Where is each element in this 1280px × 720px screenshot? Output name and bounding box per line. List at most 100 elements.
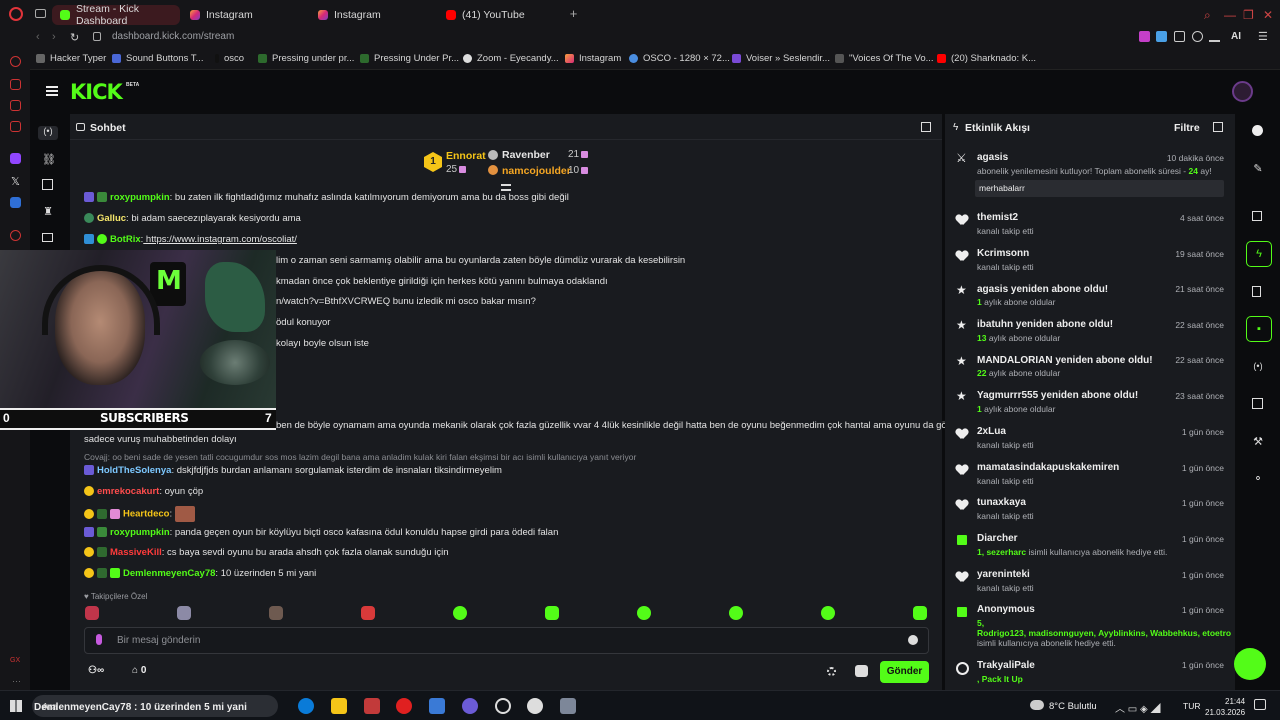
bookmark-item[interactable]: Instagram xyxy=(565,53,621,64)
download-icon[interactable] xyxy=(1209,31,1220,42)
emote-button[interactable] xyxy=(637,606,651,620)
opera-menu-icon[interactable] xyxy=(9,7,23,21)
leaderboard-name[interactable]: namcojoulder xyxy=(502,165,571,177)
event-name[interactable]: Diarcher xyxy=(977,533,1018,544)
pencil-icon[interactable]: ✎ xyxy=(1252,162,1264,175)
emote-button[interactable] xyxy=(269,606,283,620)
event-name[interactable]: Anonymous xyxy=(977,604,1035,615)
discord-icon[interactable] xyxy=(462,698,478,714)
extension-icon[interactable] xyxy=(1156,31,1167,42)
event-name[interactable]: agasis xyxy=(977,152,1008,163)
messenger-icon[interactable] xyxy=(10,79,21,90)
emoji-icon[interactable] xyxy=(908,635,918,645)
bookmark-item[interactable]: (20) Sharknado: K... xyxy=(937,53,1036,64)
stream-broadcast-icon[interactable]: (•) xyxy=(38,126,58,140)
notification-icon[interactable] xyxy=(1254,699,1266,710)
activity-feed-toggle[interactable]: ϟ xyxy=(1246,241,1272,267)
chat-message[interactable]: HoldTheSolenya: dskjfdjfjds burdan anlam… xyxy=(84,465,502,476)
chat-message[interactable]: DemlenmeyenCay78: 10 üzerinden 5 mi yani xyxy=(84,568,316,579)
event-name[interactable]: Kcrimsonn xyxy=(977,248,1029,259)
emote-button[interactable] xyxy=(729,606,743,620)
tab-instagram-2[interactable]: Instagram xyxy=(310,5,438,25)
new-tab-button[interactable]: + xyxy=(568,7,579,20)
event-name[interactable]: MANDALORIAN yeniden abone oldu! xyxy=(977,355,1153,366)
chat-toggle[interactable]: ▪ xyxy=(1246,316,1272,342)
chat-message[interactable]: Heartdeco: xyxy=(84,506,198,522)
tab-list-icon[interactable] xyxy=(35,9,46,18)
user-avatar[interactable] xyxy=(1232,81,1253,102)
bookmark-item[interactable]: Zoom - Eyecandy... xyxy=(463,53,559,64)
explorer-icon[interactable] xyxy=(331,698,347,714)
app-icon[interactable] xyxy=(560,698,576,714)
gx-icon[interactable]: GX xyxy=(10,657,20,664)
windows-start-icon[interactable] xyxy=(10,700,22,712)
close-window-button[interactable]: ✕ xyxy=(1263,8,1273,22)
forward-icon[interactable]: › xyxy=(52,31,56,43)
leaderboard-name[interactable]: Ennorat xyxy=(446,150,486,162)
chat-message[interactable]: roxypumpkin: panda geçen oyun bir köylüy… xyxy=(84,527,558,538)
emote-button[interactable] xyxy=(913,606,927,620)
opera-icon[interactable] xyxy=(396,698,412,714)
bookmark-item[interactable]: Pressing under pr... xyxy=(258,53,354,64)
minimize-button[interactable]: — xyxy=(1224,8,1236,22)
chat-message[interactable]: kmadan önce çok beklentiye girildiği içi… xyxy=(276,276,608,287)
chat-message[interactable]: n/watch?v=BthfXVCRWEQ bunu izledik mi os… xyxy=(276,296,536,307)
microphone-icon[interactable] xyxy=(96,634,102,645)
emote-button[interactable] xyxy=(453,606,467,620)
chat-message-input[interactable] xyxy=(84,627,929,654)
broadcast-icon[interactable]: (•) xyxy=(1252,361,1264,373)
chat-message[interactable]: sadece vuruş muhabbetinden dolayı xyxy=(84,434,237,445)
trophy-icon[interactable]: ♜ xyxy=(42,205,54,218)
collapse-handle-icon[interactable] xyxy=(501,184,511,191)
emote-button[interactable] xyxy=(821,606,835,620)
event-name[interactable]: agasis yeniden abone oldu! xyxy=(977,284,1108,295)
opera-gx-icon[interactable] xyxy=(364,698,380,714)
tray-icons[interactable]: ︿ ▭ ◈ ◢ xyxy=(1115,700,1160,715)
event-name[interactable]: mamatasindakapuskakemiren xyxy=(977,462,1119,473)
info-icon[interactable] xyxy=(1252,125,1263,136)
analytics-icon[interactable] xyxy=(42,179,53,190)
layout-icon[interactable] xyxy=(1252,398,1263,409)
taskbar-clock[interactable]: 21:44 21.03.2026 xyxy=(1205,696,1245,718)
emote-button[interactable] xyxy=(177,606,191,620)
chat-message[interactable]: BotRix: https://www.instagram.com/oscoli… xyxy=(84,234,297,245)
event-name[interactable]: 2xLua xyxy=(977,426,1006,437)
bookmark-item[interactable]: Pressing Under Pr... xyxy=(360,53,459,64)
bookmark-item[interactable]: OSCO - 1280 × 72... xyxy=(629,53,730,64)
chat-message[interactable]: MassiveKill: cs baya sevdi oyunu bu arad… xyxy=(84,547,449,558)
filter-button[interactable]: Filtre xyxy=(1174,122,1200,134)
video-icon[interactable] xyxy=(42,233,53,242)
whatsapp-icon[interactable] xyxy=(10,100,21,111)
channel-points[interactable]: ⚇∞ xyxy=(88,665,104,676)
reload-icon[interactable]: ↻ xyxy=(70,31,79,44)
search-tabs-icon[interactable]: ⌕ xyxy=(1204,8,1211,23)
bookmark-item[interactable]: Hacker Typer xyxy=(36,53,106,64)
edge-icon[interactable] xyxy=(298,698,314,714)
kick-logo[interactable]: KICK xyxy=(70,80,123,104)
share-icon[interactable]: ⚬ xyxy=(1252,472,1264,485)
event-name[interactable]: themist2 xyxy=(977,212,1018,223)
back-icon[interactable]: ‹ xyxy=(36,31,40,43)
document-icon[interactable] xyxy=(1252,286,1261,297)
bookmark-item[interactable]: osco xyxy=(215,53,244,64)
url-field[interactable]: dashboard.kick.com/stream xyxy=(112,31,234,42)
bot-icon[interactable] xyxy=(855,665,868,677)
event-name[interactable]: tunaxkaya xyxy=(977,497,1026,508)
aria-ai-button[interactable]: AI xyxy=(1231,31,1241,42)
instagram-sidebar-icon[interactable] xyxy=(10,121,21,132)
easy-setup-icon[interactable]: ☰ xyxy=(1258,30,1268,43)
bookmark-item[interactable]: Sound Buttons T... xyxy=(112,53,203,64)
message-link[interactable]: https://www.instagram.com/oscoliat/ xyxy=(143,234,297,245)
popout-icon[interactable] xyxy=(921,122,931,132)
app-icon[interactable] xyxy=(429,698,445,714)
leaderboard-name[interactable]: Ravenber xyxy=(502,149,550,161)
event-name[interactable]: ibatuhn yeniden abone oldu! xyxy=(977,319,1113,330)
screen-icon[interactable] xyxy=(1252,211,1262,221)
gift-counter[interactable]: ⌂ 0 xyxy=(132,665,146,676)
chat-message[interactable]: kolayı boyle olsun iste xyxy=(276,338,369,349)
bookmark-item[interactable]: "Voices Of The Vo... xyxy=(835,53,934,64)
chat-message[interactable]: emrekocakurt: oyun çöp xyxy=(84,486,203,497)
twitch-icon[interactable] xyxy=(10,153,21,164)
wrench-icon[interactable]: ⚒ xyxy=(1252,435,1264,448)
send-button[interactable]: Gönder xyxy=(880,661,929,683)
